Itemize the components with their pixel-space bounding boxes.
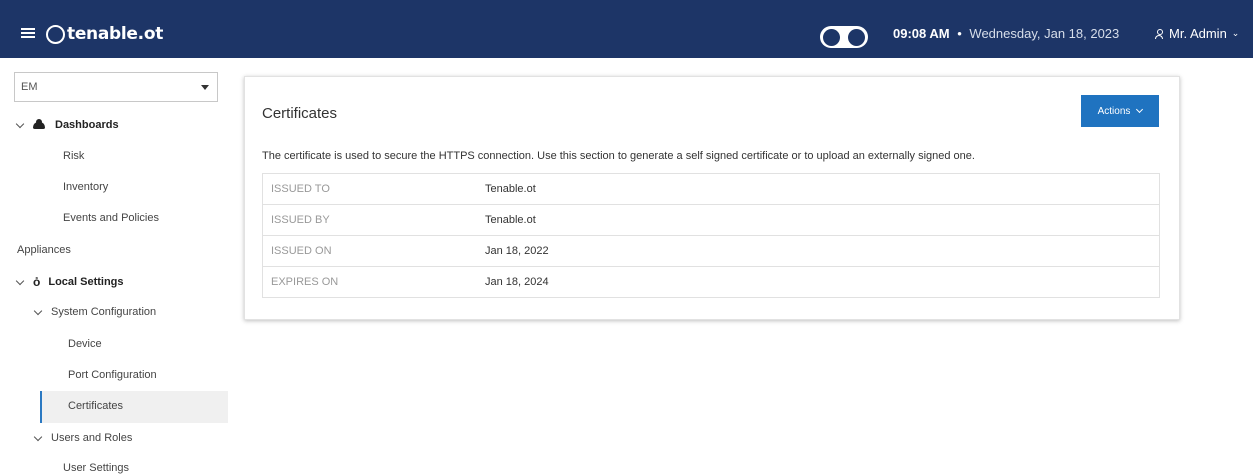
site-select-value: EM <box>21 81 38 93</box>
chevron-down-icon <box>15 119 25 128</box>
sidebar-group-label: Dashboards <box>55 119 119 131</box>
theme-toggle[interactable] <box>820 26 868 48</box>
hamburger-menu-icon[interactable] <box>21 28 35 38</box>
sidebar-item-inventory[interactable]: Inventory <box>63 181 108 193</box>
sidebar-group-local-settings[interactable]: o̊ Local Settings <box>15 275 124 289</box>
cloud-icon <box>33 118 45 129</box>
sidebar-item-appliances[interactable]: Appliances <box>17 244 71 256</box>
table-row: EXPIRES ON Jan 18, 2024 <box>262 266 1160 298</box>
actions-button-label: Actions <box>1097 105 1131 117</box>
chevron-down-icon <box>33 306 43 315</box>
certificates-card: Certificates Actions The certificate is … <box>244 76 1180 320</box>
user-menu[interactable]: Mr. Admin ⌄ <box>1155 26 1239 41</box>
row-value: Tenable.ot <box>485 183 536 195</box>
sidebar-subgroup-label: System Configuration <box>51 306 157 318</box>
sidebar-item-port-configuration[interactable]: Port Configuration <box>68 369 157 381</box>
table-row: ISSUED BY Tenable.ot <box>262 204 1160 236</box>
app-logo[interactable]: tenable.ot <box>46 24 163 44</box>
chevron-down-icon: ⌄ <box>1231 28 1240 38</box>
sidebar-subgroup-label: Users and Roles <box>51 432 133 444</box>
row-key: ISSUED ON <box>271 245 332 257</box>
current-time: 09:08 AM <box>893 26 950 41</box>
toggle-knob-icon <box>823 29 840 46</box>
row-key: ISSUED BY <box>271 214 330 226</box>
top-bar: tenable.ot 09:08 AM • Wednesday, Jan 18,… <box>0 0 1253 58</box>
table-row: ISSUED ON Jan 18, 2022 <box>262 235 1160 267</box>
sidebar-item-risk[interactable]: Risk <box>63 150 84 162</box>
logo-text: tenable.ot <box>67 24 164 44</box>
gear-icon: o̊ <box>33 275 41 289</box>
sidebar-subgroup-system-configuration[interactable]: System Configuration <box>33 306 157 318</box>
chevron-down-icon <box>33 432 43 441</box>
chevron-down-icon <box>1136 105 1144 114</box>
row-value: Jan 18, 2024 <box>485 276 549 288</box>
card-description: The certificate is used to secure the HT… <box>262 150 975 162</box>
row-value: Tenable.ot <box>485 214 536 226</box>
row-key: ISSUED TO <box>271 183 330 195</box>
time-date-separator: • <box>957 26 962 41</box>
certificate-details-table: ISSUED TO Tenable.ot ISSUED BY Tenable.o… <box>262 173 1160 298</box>
sidebar-group-dashboards[interactable]: Dashboards <box>15 118 119 131</box>
user-icon <box>1155 28 1163 39</box>
sidebar-item-events-and-policies[interactable]: Events and Policies <box>63 212 159 224</box>
actions-button[interactable]: Actions <box>1081 95 1159 127</box>
sidebar-item-user-settings[interactable]: User Settings <box>63 462 129 474</box>
current-date: Wednesday, Jan 18, 2023 <box>969 26 1120 41</box>
sidebar-group-label: Local Settings <box>48 276 124 288</box>
page-title: Certificates <box>262 105 338 122</box>
date-time-display: 09:08 AM • Wednesday, Jan 18, 2023 <box>893 26 1119 41</box>
site-select[interactable]: EM <box>14 72 218 102</box>
row-value: Jan 18, 2022 <box>485 245 549 257</box>
user-name: Mr. Admin <box>1169 26 1227 41</box>
row-key: EXPIRES ON <box>271 276 339 288</box>
table-row: ISSUED TO Tenable.ot <box>262 173 1160 205</box>
sidebar-subgroup-users-and-roles[interactable]: Users and Roles <box>33 432 133 444</box>
chevron-down-icon <box>15 276 25 285</box>
sidebar-item-device[interactable]: Device <box>68 338 102 350</box>
sidebar-item-certificates[interactable]: Certificates <box>68 400 123 412</box>
caret-down-icon <box>201 85 209 90</box>
moon-icon <box>848 29 865 46</box>
logo-circle-icon <box>46 24 65 44</box>
